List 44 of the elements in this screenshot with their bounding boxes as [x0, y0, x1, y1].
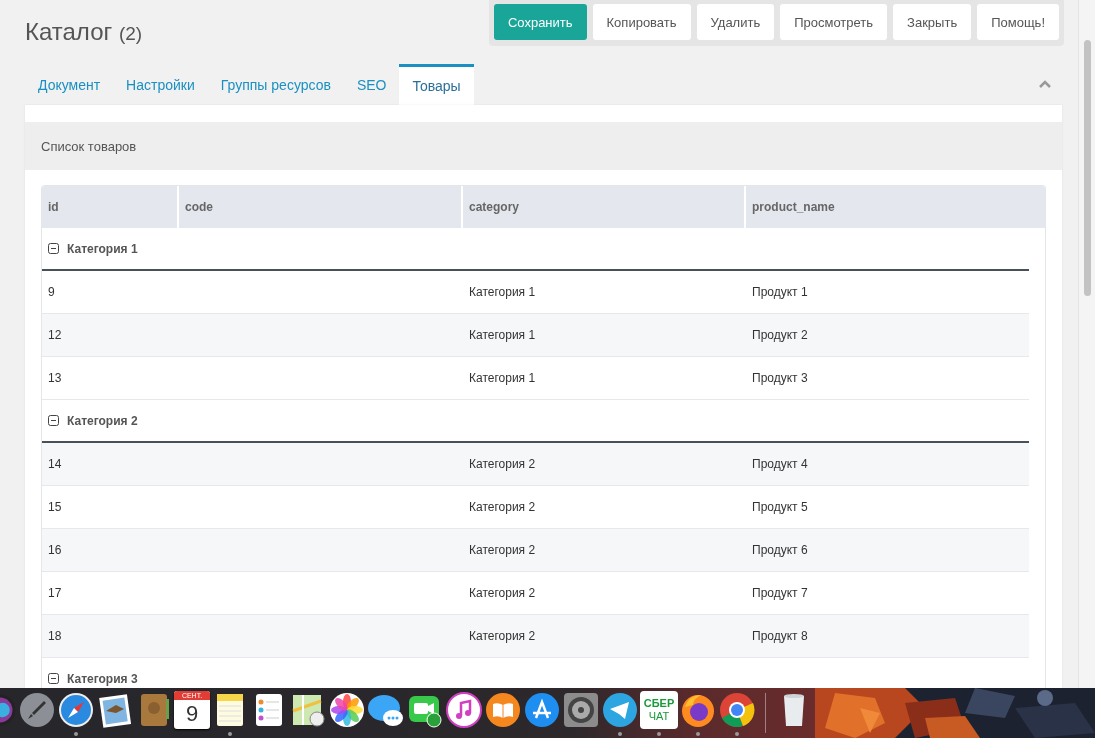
toolbar-button[interactable]: Удалить — [696, 4, 775, 40]
table-cell: Продукт 3 — [752, 371, 808, 385]
toolbar-button[interactable]: Копировать — [592, 4, 691, 40]
table-cell: 17 — [48, 586, 62, 600]
toolbar-button[interactable]: Помощь! — [977, 4, 1059, 40]
table-cell: Категория 2 — [469, 457, 536, 471]
table-cell: Продукт 8 — [752, 629, 808, 643]
toolbar-button[interactable]: Просмотреть — [780, 4, 888, 40]
table-cell: 14 — [48, 457, 62, 471]
table-cell: Категория 2 — [469, 500, 536, 514]
table-cell: 16 — [48, 543, 62, 557]
page-title: Каталог (2) — [25, 18, 143, 46]
table-cell: Категория 2 — [469, 543, 536, 557]
table-cell: Категория 1 — [469, 285, 536, 299]
table-cell: 13 — [48, 371, 62, 385]
group-label: Категория 2 — [67, 413, 138, 428]
panel-title: Список товаров — [25, 122, 1062, 170]
toolbar-button[interactable]: Закрыть — [893, 4, 972, 40]
table-cell: Продукт 4 — [752, 457, 808, 471]
table-cell: 15 — [48, 500, 62, 514]
table-cell: 18 — [48, 629, 62, 643]
table-row[interactable]: 12 Категория 1 Продукт 2 — [42, 314, 1029, 357]
table-cell: Категория 2 — [469, 629, 536, 643]
column-header[interactable]: category — [463, 186, 746, 228]
table-cell: Продукт 5 — [752, 500, 808, 514]
table-cell: Продукт 6 — [752, 543, 808, 557]
table-row[interactable]: 16 Категория 2 Продукт 6 — [42, 529, 1029, 572]
column-header[interactable]: product_name — [746, 186, 1045, 228]
table-cell: Продукт 1 — [752, 285, 808, 299]
table-cell: Продукт 2 — [752, 328, 808, 342]
table-cell: Категория 1 — [469, 328, 536, 342]
column-header[interactable]: id — [42, 186, 179, 228]
table-cell: Категория 1 — [469, 371, 536, 385]
table-cell: Категория 2 — [469, 586, 536, 600]
chat-app-icon[interactable]: СБЕР ЧАТ — [640, 691, 678, 729]
group-label: Категория 1 — [67, 241, 138, 256]
table-cell: 12 — [48, 328, 62, 342]
table-row[interactable]: 14 Категория 2 Продукт 4 — [42, 443, 1029, 486]
tab[interactable]: Товары — [399, 64, 474, 105]
column-header[interactable]: code — [179, 186, 463, 228]
table-row[interactable]: 18 Категория 2 Продукт 8 — [42, 615, 1029, 658]
table-cell: Продукт 7 — [752, 586, 808, 600]
group-label: Категория 3 — [67, 671, 138, 686]
table-cell: 9 — [48, 285, 55, 299]
